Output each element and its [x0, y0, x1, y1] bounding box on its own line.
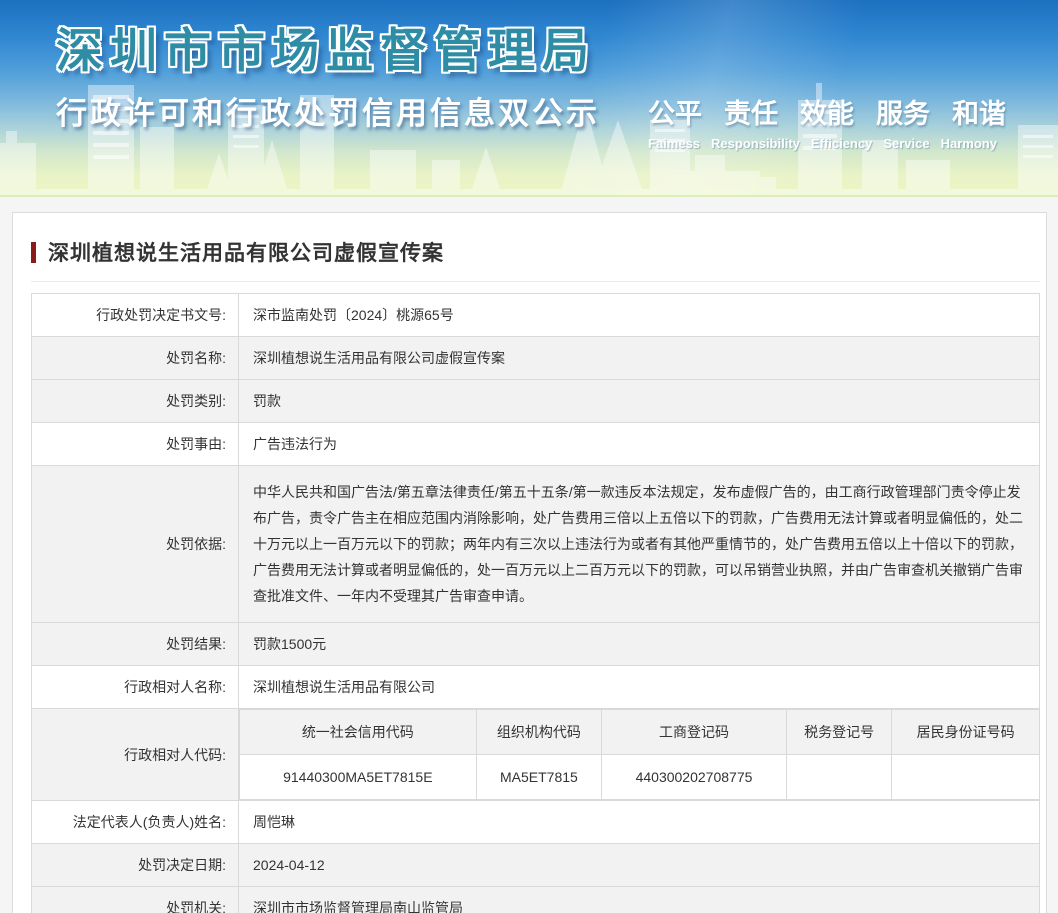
row-label: 行政相对人代码: [31, 708, 239, 801]
code-header-tax: 税务登记号 [785, 709, 893, 755]
title-marker-bar [31, 241, 36, 263]
title-separator [31, 281, 1040, 282]
motto-word: 责任 [724, 99, 778, 129]
code-value-business: 440300202708775 [601, 754, 787, 800]
code-header-id: 居民身份证号码 [891, 709, 1039, 755]
row-label: 行政处罚决定书文号: [31, 293, 239, 337]
penalty-info-table: 行政处罚决定书文号: 深市监南处罚〔2024〕桃源65号 处罚名称: 深圳植想说… [31, 293, 1040, 913]
table-row: 处罚机关: 深圳市市场监督管理局南山监管局 [31, 886, 1040, 913]
penalty-info-table-wrap: 行政处罚决定书文号: 深市监南处罚〔2024〕桃源65号 处罚名称: 深圳植想说… [31, 293, 1040, 913]
code-header-credit: 统一社会信用代码 [239, 709, 477, 755]
row-label: 处罚结果: [31, 622, 239, 666]
motto-word: 服务 [876, 99, 930, 129]
table-row: 处罚结果: 罚款1500元 [31, 622, 1040, 666]
code-value-row: 91440300MA5ET7815E MA5ET7815 44030020270… [239, 754, 1039, 800]
row-label: 处罚事由: [31, 422, 239, 466]
banner-motto: 公平 责任 效能 服务 和谐 Faimess Responsibility Ef… [648, 92, 1028, 151]
row-label: 行政相对人名称: [31, 665, 239, 709]
code-header-row: 统一社会信用代码 组织机构代码 工商登记码 税务登记号 居民身份证号码 [239, 709, 1039, 755]
row-value: 深圳植想说生活用品有限公司 [238, 665, 1040, 709]
code-value-tax [785, 754, 893, 800]
row-value: 广告违法行为 [238, 422, 1040, 466]
row-label: 法定代表人(负责人)姓名: [31, 800, 239, 844]
table-row: 法定代表人(负责人)姓名: 周恺琳 [31, 800, 1040, 844]
row-value: 深圳植想说生活用品有限公司虚假宣传案 [238, 336, 1040, 380]
code-value-id [891, 754, 1039, 800]
motto-chinese: 公平 责任 效能 服务 和谐 [648, 92, 1028, 131]
motto-word: 和谐 [952, 99, 1006, 129]
motto-word: 效能 [800, 99, 854, 129]
table-row: 处罚依据: 中华人民共和国广告法/第五章法律责任/第五十五条/第一款违反本法规定… [31, 465, 1040, 623]
codes-cell: 统一社会信用代码 组织机构代码 工商登记码 税务登记号 居民身份证号码 9144… [238, 708, 1040, 801]
table-row: 行政处罚决定书文号: 深市监南处罚〔2024〕桃源65号 [31, 293, 1040, 337]
row-value: 周恺琳 [238, 800, 1040, 844]
row-value: 罚款 [238, 379, 1040, 423]
case-title-block: 深圳植想说生活用品有限公司虚假宣传案 [13, 213, 1046, 281]
case-title: 深圳植想说生活用品有限公司虚假宣传案 [48, 242, 444, 265]
row-value: 深市监南处罚〔2024〕桃源65号 [238, 293, 1040, 337]
code-table: 统一社会信用代码 组织机构代码 工商登记码 税务登记号 居民身份证号码 9144… [239, 709, 1039, 800]
motto-word-en: Harmony [940, 136, 997, 151]
row-label: 处罚决定日期: [31, 843, 239, 887]
code-value-credit: 91440300MA5ET7815E [239, 754, 477, 800]
table-row-codes: 行政相对人代码: 统一社会信用代码 组织机构代码 工商登记码 税务登记号 居民身… [31, 708, 1040, 801]
row-value: 罚款1500元 [238, 622, 1040, 666]
table-row: 处罚事由: 广告违法行为 [31, 422, 1040, 466]
row-label: 处罚类别: [31, 379, 239, 423]
banner-subtitle: 行政许可和行政处罚信用信息双公示 [56, 96, 600, 131]
motto-word-en: Faimess [648, 136, 701, 151]
table-row: 处罚决定日期: 2024-04-12 [31, 843, 1040, 887]
motto-word-en: Efficiency [810, 136, 873, 151]
row-label: 处罚机关: [31, 886, 239, 913]
row-label: 处罚名称: [31, 336, 239, 380]
content-panel: 深圳植想说生活用品有限公司虚假宣传案 行政处罚决定书文号: 深市监南处罚〔202… [12, 212, 1047, 913]
row-value: 中华人民共和国广告法/第五章法律责任/第五十五条/第一款违反本法规定，发布虚假广… [238, 465, 1040, 623]
row-label: 处罚依据: [31, 465, 239, 623]
motto-word-en: Service [883, 136, 930, 151]
row-value: 2024-04-12 [238, 843, 1040, 887]
header-banner: 深圳市市场监督管理局 行政许可和行政处罚信用信息双公示 公平 责任 效能 服务 … [0, 0, 1058, 197]
table-row: 行政相对人名称: 深圳植想说生活用品有限公司 [31, 665, 1040, 709]
motto-word-en: Responsibility [711, 136, 800, 151]
motto-english: Faimess Responsibility Efficiency Servic… [648, 136, 1028, 151]
row-value: 深圳市市场监督管理局南山监管局 [238, 886, 1040, 913]
code-header-org: 组织机构代码 [475, 709, 603, 755]
code-header-business: 工商登记码 [601, 709, 787, 755]
org-name: 深圳市市场监督管理局 [56, 24, 596, 77]
motto-word: 公平 [648, 99, 702, 129]
table-row: 处罚类别: 罚款 [31, 379, 1040, 423]
code-value-org: MA5ET7815 [475, 754, 603, 800]
table-row: 处罚名称: 深圳植想说生活用品有限公司虚假宣传案 [31, 336, 1040, 380]
